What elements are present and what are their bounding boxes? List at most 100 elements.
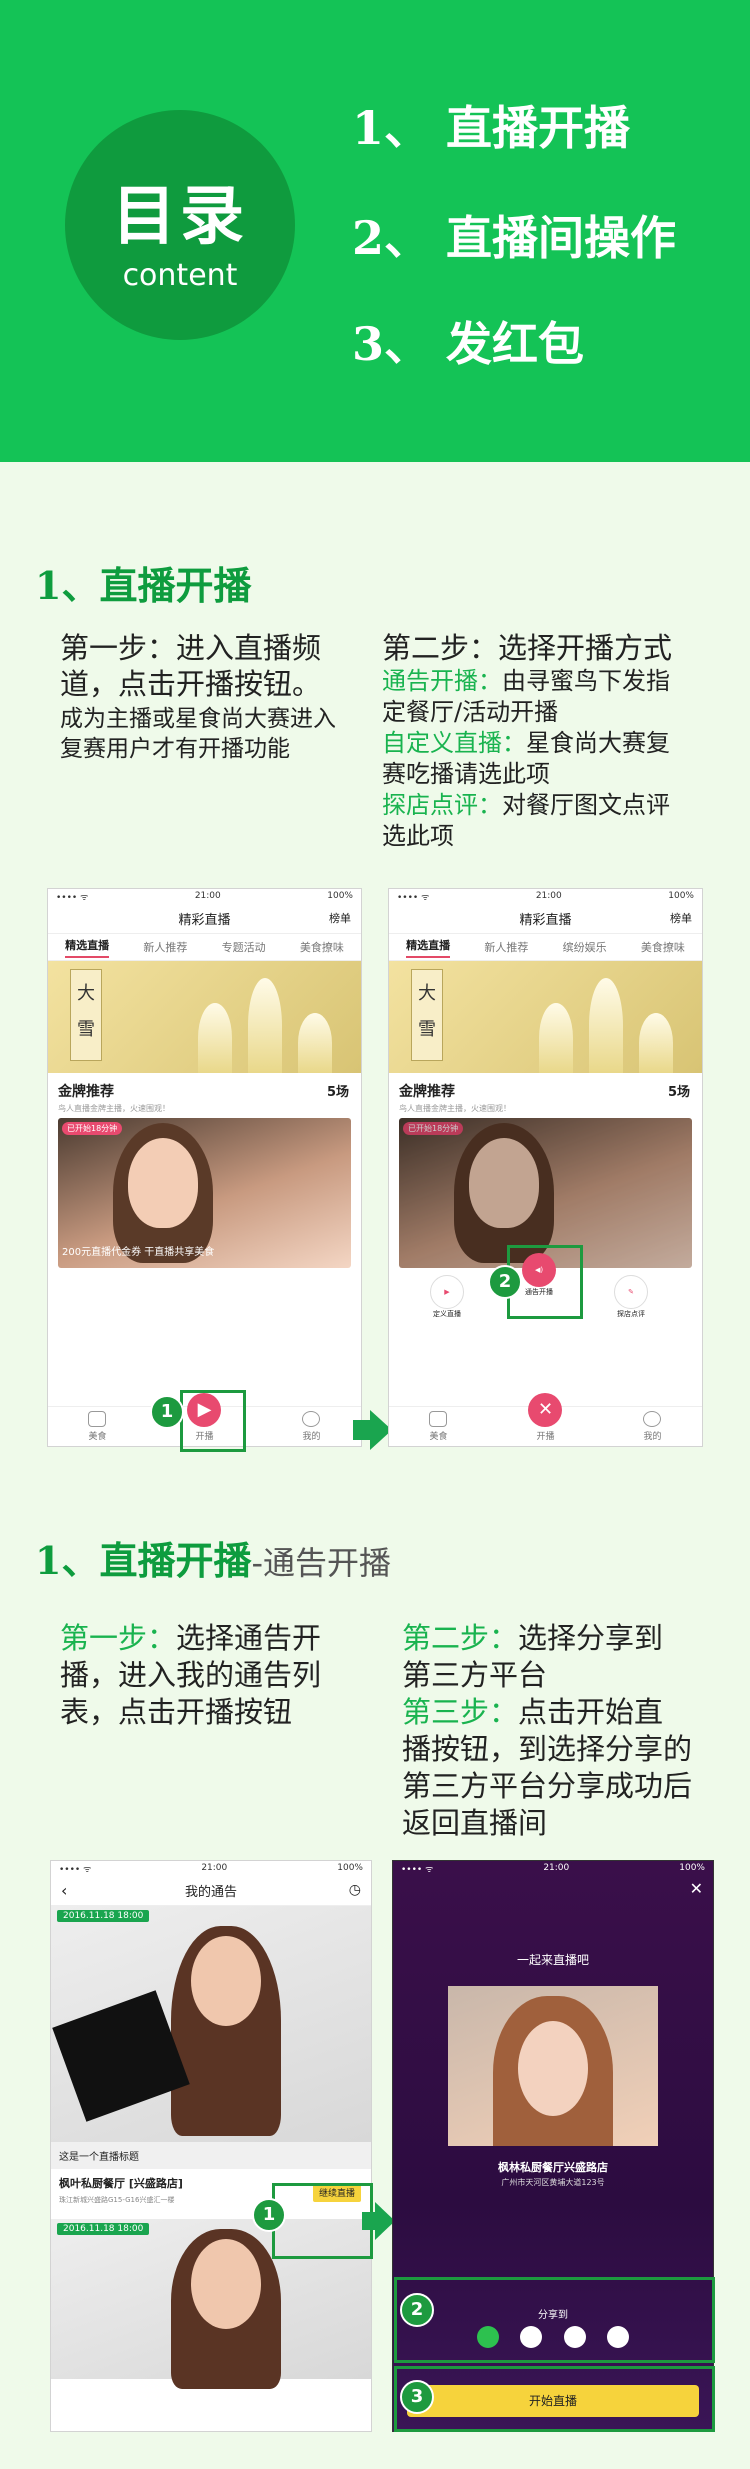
toc-circle-subtitle: content bbox=[122, 258, 238, 293]
status-bar: •••• ᯤ 21:00 100% bbox=[48, 889, 361, 903]
step2-option-3: 探店点评：对餐厅图文点评选此项 bbox=[382, 790, 692, 852]
bottom-label-me-b: 我的 bbox=[643, 1432, 662, 1442]
nav-bar-c: ‹ 我的通告 ◷ bbox=[51, 1875, 371, 1906]
battery-level: 100% bbox=[327, 891, 353, 901]
bottom-label-golive-b: 开播 bbox=[536, 1432, 555, 1442]
battery-level-d: 100% bbox=[679, 1863, 705, 1873]
gold-count: 5场 bbox=[326, 1085, 349, 1100]
step1-title: 第一步：进入直播频道，点击开播按钮。 bbox=[60, 631, 322, 701]
live-duration-tag-b: 已开始18分钟 bbox=[403, 1122, 464, 1135]
section2-title: 1、直播开播 bbox=[35, 1538, 252, 1583]
signal-icon-c: •••• ᯤ bbox=[59, 1864, 92, 1875]
bottom-tab-me[interactable]: 我的 bbox=[302, 1411, 320, 1442]
step-marker-1b: 1 bbox=[252, 2198, 286, 2232]
s2-step3: 第三步：点击开始直播按钮，到选择分享的第三方平台分享成功后返回直播间 bbox=[402, 1694, 692, 1842]
gold-title-text-b: 金牌推荐 bbox=[399, 1084, 455, 1100]
gold-title-text: 金牌推荐 bbox=[58, 1084, 114, 1100]
highlight-box-continue bbox=[272, 2183, 373, 2259]
shop-review-label: 探店点评 bbox=[617, 1310, 645, 1318]
status-bar-d: •••• ᯤ 21:00 100% bbox=[393, 1861, 713, 1875]
section2-left-text: 第一步：选择通告开播，进入我的通告列表，点击开播按钮 bbox=[60, 1620, 350, 1731]
battery-level-b: 100% bbox=[668, 891, 694, 901]
signal-icon-d: •••• ᯤ bbox=[401, 1864, 434, 1875]
step2-option-1: 通告开播：由寻蜜鸟下发指定餐厅/活动开播 bbox=[382, 666, 692, 728]
promo-banner[interactable]: 大雪 bbox=[48, 961, 361, 1073]
nav-bar: 精彩直播 榜单 bbox=[48, 903, 361, 934]
tab-food[interactable]: 美食撩味 bbox=[300, 939, 344, 955]
step2-option-2: 自定义直播：星食尚大赛复赛吃播请选此项 bbox=[382, 728, 692, 790]
custom-live-option[interactable]: ▶ 定义直播 bbox=[429, 1275, 465, 1319]
tab-featured-b[interactable]: 精选直播 bbox=[406, 937, 451, 958]
edit-icon: ✎ bbox=[614, 1275, 648, 1309]
share-address: 广州市天河区黄埔大道123号 bbox=[501, 2178, 605, 2187]
s2-step1-label: 第一步： bbox=[60, 1621, 177, 1655]
step2-title: 第二步：选择开播方式 bbox=[382, 631, 673, 665]
bottom-tab-close-b[interactable]: ✕ 开播 bbox=[528, 1393, 563, 1442]
toc-circle-title: 目录 bbox=[112, 180, 248, 254]
toc-circle: 目录 content bbox=[65, 110, 295, 340]
play-icon: ▶ bbox=[430, 1275, 464, 1309]
bottom-label-food: 美食 bbox=[88, 1432, 107, 1442]
tab-food-b[interactable]: 美食撩味 bbox=[641, 939, 685, 955]
option3-label: 探店点评： bbox=[382, 791, 502, 819]
s2-step3-label: 第三步： bbox=[402, 1695, 519, 1729]
status-time: 21:00 bbox=[194, 891, 221, 901]
highlight-box-share bbox=[394, 2277, 715, 2363]
close-icon: ✕ bbox=[528, 1393, 563, 1427]
status-time-b: 21:00 bbox=[535, 891, 562, 901]
nav-title: 精彩直播 bbox=[178, 912, 231, 928]
share-restaurant: 枫林私厨餐厅兴盛路店 bbox=[498, 2161, 608, 2174]
phone-screenshot-b: •••• ᯤ 21:00 100% 精彩直播 榜单 精选直播 新人推荐 缤纷娱乐 美食… bbox=[388, 888, 703, 1447]
tab-newcomers-b[interactable]: 新人推荐 bbox=[484, 939, 528, 955]
status-time-d: 21:00 bbox=[543, 1863, 570, 1873]
tab-bar: 精选直播 新人推荐 专题活动 美食撩味 bbox=[48, 934, 361, 961]
s2-step2-label: 第二步： bbox=[402, 1621, 519, 1655]
tab-entertainment-b[interactable]: 缤纷娱乐 bbox=[563, 939, 607, 955]
bottom-tab-me-b[interactable]: 我的 bbox=[643, 1411, 661, 1442]
live-duration-tag: 已开始18分钟 bbox=[62, 1122, 123, 1135]
step-marker-2a: 2 bbox=[488, 1265, 522, 1299]
close-icon-share[interactable]: ✕ bbox=[690, 1879, 703, 1898]
arrow-right-icon-2 bbox=[362, 2212, 376, 2230]
nav-title-b: 精彩直播 bbox=[519, 912, 572, 928]
bottom-tab-food[interactable]: 美食 bbox=[88, 1411, 107, 1442]
bottom-label-food-b: 美食 bbox=[429, 1432, 448, 1442]
banner-text-b: 大雪 bbox=[411, 969, 443, 1061]
notice-photo-1[interactable]: 2016.11.18 18:00 bbox=[51, 1906, 371, 2142]
tab-topics[interactable]: 专题活动 bbox=[222, 939, 266, 955]
user-icon bbox=[302, 1411, 321, 1427]
highlight-box-start bbox=[394, 2366, 715, 2432]
gold-subtitle-b: 鸟人直播金牌主播，火速围观！ bbox=[399, 1104, 511, 1113]
signal-icon: •••• ᯤ bbox=[56, 892, 89, 903]
phone-screenshot-notice: •••• ᯤ 21:00 100% ‹ 我的通告 ◷ 2016.11.18 18:0… bbox=[50, 1860, 372, 2432]
section1-step2: 第二步：选择开播方式 通告开播：由寻蜜鸟下发指定餐厅/活动开播 自定义直播：星食… bbox=[382, 630, 692, 852]
step-marker-1a: 1 bbox=[150, 1395, 184, 1429]
toc-item-2[interactable]: 2、 直播间操作 bbox=[352, 202, 676, 268]
toc-item-3[interactable]: 3、 发红包 bbox=[352, 308, 584, 374]
ranking-link[interactable]: 榜单 bbox=[329, 910, 351, 926]
promo-banner-b[interactable]: 大雪 bbox=[389, 961, 702, 1073]
live-card-photo[interactable]: 已开始18分钟 200元直播代金券 干直播共享美食 bbox=[58, 1118, 351, 1268]
user-icon-b bbox=[643, 1411, 662, 1427]
ranking-link-b[interactable]: 榜单 bbox=[670, 910, 692, 926]
step-marker-2b: 2 bbox=[400, 2293, 434, 2327]
bottom-tab-food-b[interactable]: 美食 bbox=[429, 1411, 448, 1442]
shop-review-option[interactable]: ✎ 探店点评 bbox=[611, 1275, 651, 1319]
s2-step2: 第二步：选择分享到第三方平台 bbox=[402, 1620, 692, 1694]
toc-item-1[interactable]: 1、 直播开播 bbox=[352, 92, 630, 158]
section2-right-text: 第二步：选择分享到第三方平台 第三步：点击开始直播按钮，到选择分享的第三方平台分… bbox=[402, 1620, 692, 1842]
share-cover-photo[interactable] bbox=[448, 1986, 658, 2146]
clock-icon[interactable]: ◷ bbox=[349, 1882, 361, 1898]
live-title-text: 这是一个直播标题 bbox=[51, 2142, 371, 2169]
tab-newcomers[interactable]: 新人推荐 bbox=[143, 939, 187, 955]
notice-date-1: 2016.11.18 18:00 bbox=[57, 1910, 150, 1922]
tab-featured[interactable]: 精选直播 bbox=[65, 937, 110, 958]
status-time-c: 21:00 bbox=[201, 1863, 228, 1873]
status-bar-c: •••• ᯤ 21:00 100% bbox=[51, 1861, 371, 1875]
highlight-box-golive bbox=[180, 1390, 246, 1452]
status-bar-b: •••• ᯤ 21:00 100% bbox=[389, 889, 702, 903]
bottom-tab-bar-b: 美食 ✕ 开播 我的 bbox=[389, 1393, 702, 1446]
gold-recommend-title-b: 金牌推荐 5场 bbox=[389, 1073, 702, 1103]
back-icon[interactable]: ‹ bbox=[61, 1881, 67, 1900]
tab-bar-b: 精选直播 新人推荐 缤纷娱乐 美食撩味 bbox=[389, 934, 702, 961]
